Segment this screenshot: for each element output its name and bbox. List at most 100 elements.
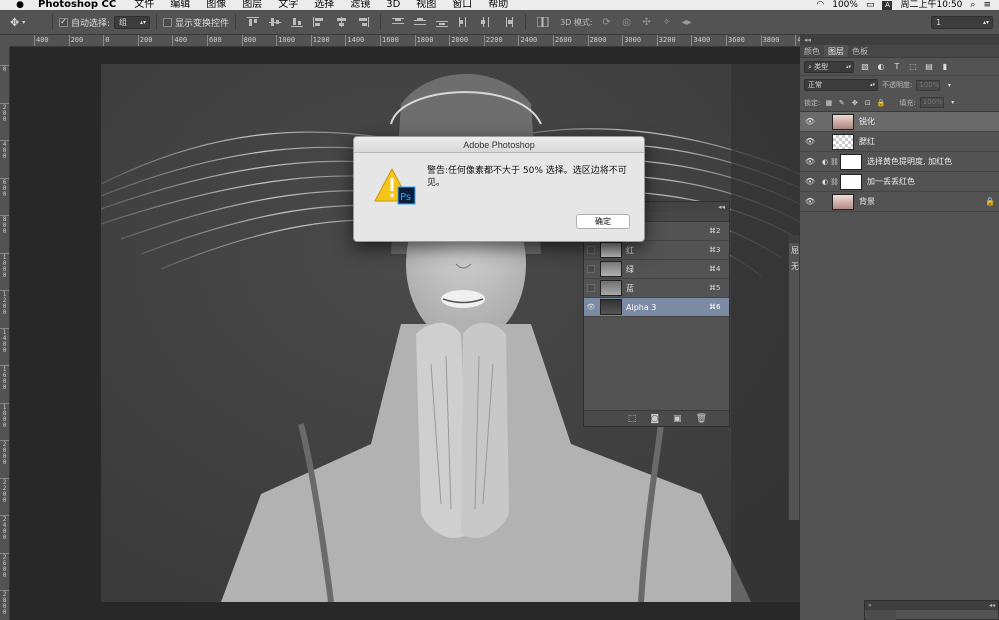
distribute-top-icon[interactable]: [391, 16, 405, 28]
channel-visibility-toggle[interactable]: [584, 279, 598, 298]
chain-link-icon[interactable]: ⛓: [830, 158, 839, 166]
lock-position-icon[interactable]: ✥: [850, 98, 859, 107]
roll-3d-icon[interactable]: ◎: [620, 15, 634, 29]
filter-pixel-icon[interactable]: ▨: [860, 62, 870, 72]
app-menu[interactable]: Photoshop CC: [38, 0, 116, 10]
eye-icon[interactable]: 👁: [800, 157, 820, 166]
align-right-icon[interactable]: [356, 16, 370, 28]
input-method-indicator[interactable]: A: [882, 0, 893, 10]
collapse-icon[interactable]: ◂◂: [989, 601, 995, 610]
menu-help[interactable]: 帮助: [488, 0, 508, 10]
auto-select-checkbox[interactable]: ✓: [59, 17, 68, 27]
lock-image-icon[interactable]: ✎: [837, 98, 846, 107]
lock-icon[interactable]: 🔒: [981, 197, 999, 206]
auto-select-target-select[interactable]: 组 ▴▾: [114, 15, 151, 29]
distribute-left-icon[interactable]: [457, 16, 471, 28]
distribute-vcenter-icon[interactable]: [413, 16, 427, 28]
auto-align-icon[interactable]: [536, 16, 550, 28]
auto-select-checkbox-group[interactable]: ✓ 自动选择:: [59, 16, 110, 29]
eye-icon[interactable]: 👁: [584, 298, 598, 317]
move-tool-preset[interactable]: ✥ ▾: [10, 12, 46, 32]
battery-icon[interactable]: ▭: [866, 0, 875, 10]
save-selection-icon[interactable]: ◙: [650, 414, 659, 424]
align-top-icon[interactable]: [246, 16, 260, 28]
layer-filter-select[interactable]: ⌕ 类型 ▴▾: [804, 60, 854, 73]
channel-row-blue[interactable]: 蓝 ⌘5: [584, 279, 729, 298]
align-vcenter-icon[interactable]: [268, 16, 282, 28]
channel-row-red[interactable]: 红 ⌘3: [584, 241, 729, 260]
layer-row-add-red[interactable]: 👁 ◐ ⛓ 加一丢丢红色: [800, 172, 999, 192]
menu-image[interactable]: 图像: [206, 0, 226, 10]
load-selection-icon[interactable]: ⬚: [628, 414, 637, 424]
orbit-3d-icon[interactable]: ⟳: [600, 15, 614, 29]
distribute-hcenter-icon[interactable]: [479, 16, 493, 28]
channel-row-alpha3[interactable]: 👁 Alpha 3 ⌘6: [584, 298, 729, 317]
menu-filter[interactable]: 滤镜: [350, 0, 370, 10]
eye-icon[interactable]: 👁: [800, 117, 820, 126]
channel-visibility-toggle[interactable]: [584, 241, 598, 260]
collapsed-panel-tab[interactable]: [866, 610, 896, 620]
distribute-bottom-icon[interactable]: [435, 16, 449, 28]
align-left-icon[interactable]: [312, 16, 326, 28]
search-icon[interactable]: ⌕: [970, 0, 975, 10]
ok-button[interactable]: 确定: [576, 214, 630, 229]
blend-mode-select[interactable]: 正常 ▴▾: [804, 79, 878, 91]
slide-3d-icon[interactable]: ✧: [660, 15, 674, 29]
dock-strip-head[interactable]: [789, 235, 799, 243]
clock[interactable]: 周二上午10:50: [900, 0, 962, 10]
menu-select[interactable]: 选择: [314, 0, 334, 10]
drag-3d-icon[interactable]: ✣: [640, 15, 654, 29]
dock-collapse-button[interactable]: ◂◂: [800, 35, 999, 45]
trash-icon[interactable]: 🗑: [696, 414, 707, 424]
opacity-input[interactable]: 100%: [916, 79, 941, 91]
show-transform-checkbox-group[interactable]: 显示变换控件: [163, 16, 229, 29]
show-transform-checkbox[interactable]: [163, 17, 173, 27]
wifi-icon[interactable]: ◠: [816, 0, 824, 10]
align-bottom-icon[interactable]: [290, 16, 304, 28]
new-channel-icon[interactable]: ▣: [673, 414, 682, 424]
align-hcenter-icon[interactable]: [334, 16, 348, 28]
horizontal-ruler[interactable]: 400 200 0 200 400 600 800 1000 1200 1400 1600 1800 2…: [10, 35, 800, 47]
workspace-select[interactable]: 1 ▴▾: [931, 16, 993, 29]
filter-type-icon[interactable]: T: [892, 62, 902, 72]
menu-file[interactable]: 文件: [134, 0, 154, 10]
filter-adjustment-icon[interactable]: ◐: [876, 62, 886, 72]
menu-3d[interactable]: 3D: [386, 0, 400, 10]
menu-window[interactable]: 窗口: [452, 0, 472, 10]
dock-strip-item[interactable]: 无: [789, 259, 799, 275]
menu-view[interactable]: 视图: [416, 0, 436, 10]
filter-shape-icon[interactable]: ⬚: [908, 62, 918, 72]
chevron-down-icon[interactable]: ▾: [944, 80, 954, 90]
lock-artboard-icon[interactable]: ⊡: [863, 98, 872, 107]
eye-icon[interactable]: 👁: [800, 197, 820, 206]
lock-all-icon[interactable]: 🔒: [876, 98, 886, 107]
layer-row-blush[interactable]: 👁 腮红: [800, 132, 999, 152]
eye-icon[interactable]: 👁: [800, 177, 820, 186]
layer-row-background[interactable]: 👁 背景 🔒: [800, 192, 999, 212]
chevron-down-icon[interactable]: ▾: [948, 98, 958, 108]
fill-input[interactable]: 100%: [919, 97, 944, 108]
vertical-ruler[interactable]: 0 2 0 0 4 0 0 6 0 0 8 0 0 1 0 0 0 1 2 0 0 1 4 0…: [0, 47, 10, 620]
filter-smart-object-icon[interactable]: ▤: [924, 62, 934, 72]
menu-layer[interactable]: 图层: [242, 0, 262, 10]
filter-toggle-icon[interactable]: ▮: [940, 62, 950, 72]
menu-type[interactable]: 文字: [278, 0, 298, 10]
scale-3d-icon[interactable]: ◂▸: [680, 15, 694, 29]
ruler-origin[interactable]: [0, 35, 10, 47]
tab-swatches[interactable]: 色板: [848, 45, 872, 57]
lock-transparent-icon[interactable]: ▦: [824, 98, 833, 107]
menu-list-icon[interactable]: ≡: [983, 0, 991, 10]
tab-color[interactable]: 颜色: [800, 45, 824, 57]
chain-link-icon[interactable]: ⛓: [830, 178, 839, 186]
distribute-right-icon[interactable]: [501, 16, 515, 28]
apple-icon[interactable]: ●: [14, 0, 26, 10]
eye-icon[interactable]: 👁: [800, 137, 820, 146]
layer-row-selective-color[interactable]: 👁 ◐ ⛓ 选择黄色提明度, 加红色: [800, 152, 999, 172]
expand-icon[interactable]: »: [868, 601, 872, 610]
tab-layers[interactable]: 图层: [824, 45, 848, 57]
menu-edit[interactable]: 编辑: [170, 0, 190, 10]
channel-visibility-toggle[interactable]: [584, 260, 598, 279]
channel-row-green[interactable]: 绿 ⌘4: [584, 260, 729, 279]
dock-strip-item[interactable]: 屈: [789, 243, 799, 259]
layer-row-sharpen[interactable]: 👁 锐化: [800, 112, 999, 132]
